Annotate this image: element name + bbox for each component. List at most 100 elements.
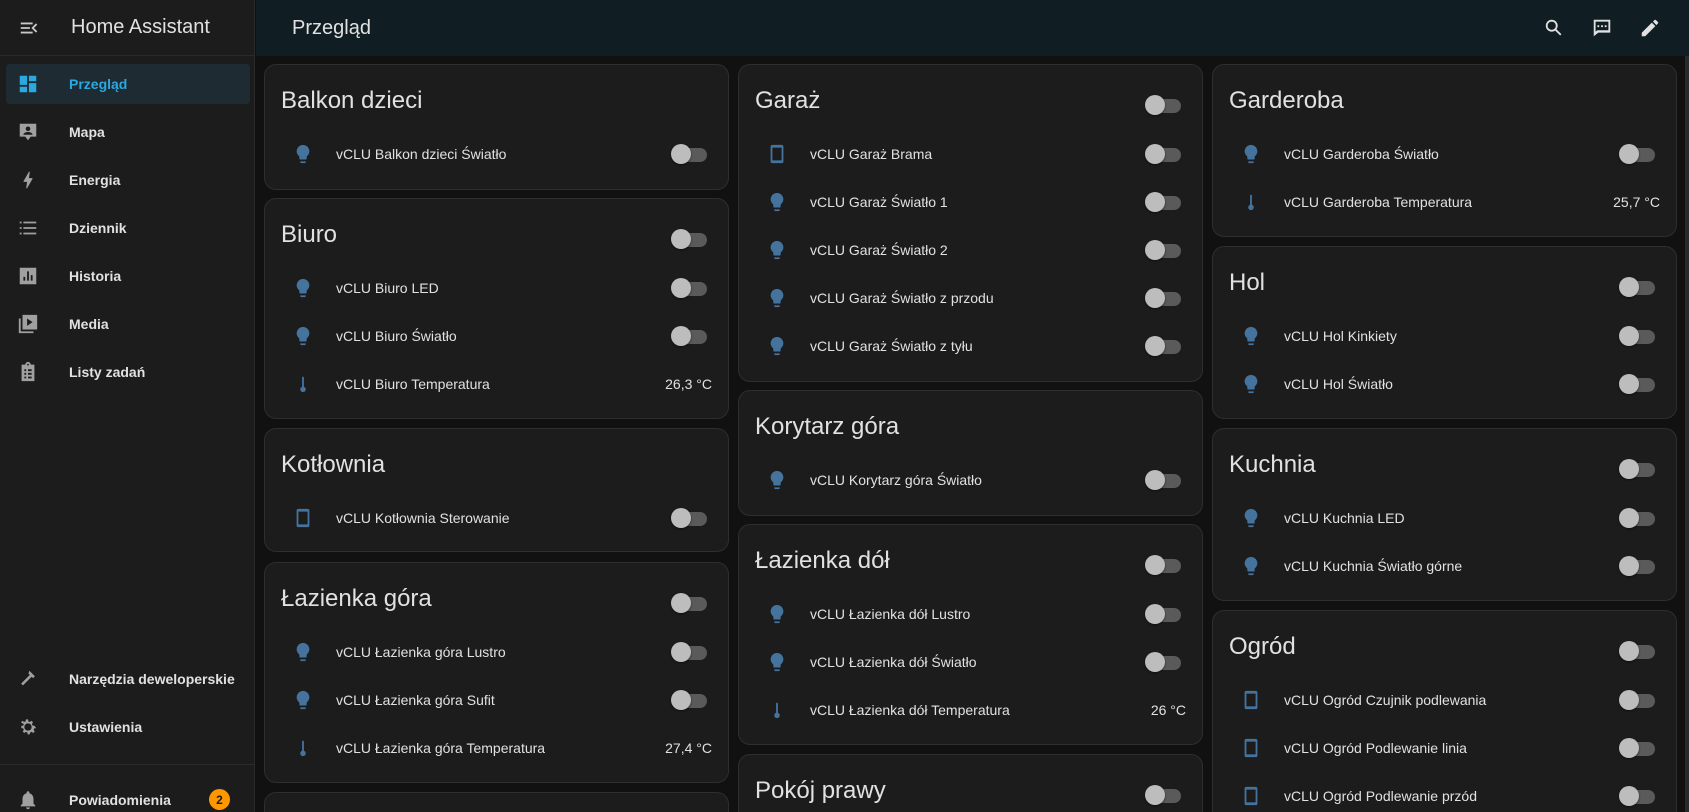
card-header-toggle[interactable] — [1619, 277, 1655, 297]
entity-state: 26 °C — [1150, 702, 1186, 718]
cellphone-icon — [291, 506, 315, 530]
entity-toggle[interactable] — [1619, 374, 1655, 394]
entity-toggle[interactable] — [1145, 336, 1181, 356]
entity-row[interactable]: vCLU Ogród Podlewanie linia — [1213, 728, 1676, 768]
entity-row[interactable]: vCLU Garaż Światło z tyłu — [739, 326, 1202, 366]
sidebar-item-label: Powiadomienia — [69, 792, 171, 808]
entity-row[interactable]: vCLU Kuchnia LED — [1213, 498, 1676, 538]
entity-row[interactable]: vCLU Biuro LED — [265, 268, 728, 308]
entity-row[interactable]: vCLU Hol Kinkiety — [1213, 316, 1676, 356]
entity-row[interactable]: vCLU Garaż Światło z przodu — [739, 278, 1202, 318]
entity-toggle[interactable] — [1619, 690, 1655, 710]
entity-name: vCLU Łazienka góra Lustro — [336, 644, 506, 660]
lightbulb-icon — [765, 286, 789, 310]
entity-row[interactable]: vCLU Garderoba Światło — [1213, 134, 1676, 174]
card-header-toggle[interactable] — [671, 593, 707, 613]
entity-row[interactable]: vCLU Korytarz góra Światło — [739, 460, 1202, 500]
lightbulb-icon — [1239, 142, 1263, 166]
entity-row[interactable]: vCLU Balkon dzieci Światło — [265, 134, 728, 174]
entity-toggle[interactable] — [1619, 326, 1655, 346]
card-ogrod: Ogród vCLU Ogród Czujnik podlewania vCLU… — [1212, 610, 1677, 812]
lightbulb-icon — [1239, 554, 1263, 578]
menu-collapse-button[interactable] — [18, 17, 40, 39]
entity-toggle[interactable] — [1619, 556, 1655, 576]
entity-name: vCLU Ogród Podlewanie przód — [1284, 788, 1477, 804]
entity-toggle[interactable] — [1145, 192, 1181, 212]
scrollbar[interactable] — [1685, 56, 1689, 812]
menu-open-icon — [20, 22, 38, 33]
entity-row[interactable]: vCLU Łazienka dół Temperatura 26 °C — [739, 690, 1202, 730]
sidebar-item-dziennik[interactable]: Dziennik — [6, 208, 250, 248]
thermometer-icon — [1239, 190, 1263, 214]
card-header-toggle[interactable] — [1145, 555, 1181, 575]
entity-row[interactable]: vCLU Łazienka góra Sufit — [265, 680, 728, 720]
search-button[interactable] — [1542, 16, 1566, 40]
entity-toggle[interactable] — [1145, 604, 1181, 624]
sidebar-item-settings[interactable]: Ustawienia — [6, 707, 250, 747]
entity-row[interactable]: vCLU Garaż Światło 1 — [739, 182, 1202, 222]
sidebar-item-listy-zadan[interactable]: Listy zadań — [6, 352, 250, 392]
entity-name: vCLU Kuchnia Światło górne — [1284, 558, 1463, 574]
card-korytarz-gora: Korytarz góra vCLU Korytarz góra Światło — [738, 390, 1203, 516]
assist-button[interactable] — [1590, 16, 1614, 40]
card-header-toggle[interactable] — [1145, 95, 1181, 115]
entity-row[interactable]: vCLU Garaż Światło 2 — [739, 230, 1202, 270]
entity-toggle[interactable] — [671, 278, 707, 298]
sidebar-item-media[interactable]: Media — [6, 304, 250, 344]
sidebar-item-historia[interactable]: Historia — [6, 256, 250, 296]
lightbulb-icon — [765, 190, 789, 214]
card-header-toggle[interactable] — [1145, 785, 1181, 805]
entity-row[interactable]: vCLU Biuro Światło — [265, 316, 728, 356]
entity-toggle[interactable] — [1145, 288, 1181, 308]
edit-dashboard-button[interactable] — [1638, 16, 1662, 40]
sidebar-item-label: Energia — [69, 172, 121, 188]
entity-toggle[interactable] — [1145, 240, 1181, 260]
entity-toggle[interactable] — [1619, 738, 1655, 758]
entity-toggle[interactable] — [671, 508, 707, 528]
cellphone-icon — [1239, 736, 1263, 760]
entity-toggle[interactable] — [1145, 470, 1181, 490]
entity-row[interactable]: vCLU Łazienka góra Temperatura 27,4 °C — [265, 728, 728, 768]
card-header-toggle[interactable] — [1619, 641, 1655, 661]
entity-toggle[interactable] — [1619, 786, 1655, 806]
entity-toggle[interactable] — [1145, 652, 1181, 672]
entity-row[interactable]: vCLU Garaż Brama — [739, 134, 1202, 174]
card-title: Korytarz góra — [755, 413, 900, 440]
card-kotlownia: Kotłownia vCLU Kotłownia Sterowanie — [264, 428, 729, 552]
card-lazienka-dol: Łazienka dół vCLU Łazienka dół Lustro vC… — [738, 524, 1203, 745]
entity-toggle[interactable] — [1619, 144, 1655, 164]
entity-row[interactable]: vCLU Łazienka góra Lustro — [265, 632, 728, 672]
entity-toggle[interactable] — [671, 642, 707, 662]
entity-name: vCLU Garaż Światło 2 — [810, 242, 948, 258]
entity-row[interactable]: vCLU Kuchnia Światło górne — [1213, 546, 1676, 586]
card-garaz: Garaż vCLU Garaż Brama vCLU Garaż Światł… — [738, 64, 1203, 382]
entity-toggle[interactable] — [671, 144, 707, 164]
sidebar-item-przeglad[interactable]: Przegląd — [6, 64, 250, 104]
cellphone-icon — [1239, 784, 1263, 808]
sidebar-title: Home Assistant — [71, 16, 210, 38]
entity-row[interactable]: vCLU Ogród Czujnik podlewania — [1213, 680, 1676, 720]
card-header-toggle[interactable] — [671, 229, 707, 249]
card-header-toggle[interactable] — [1619, 459, 1655, 479]
lightbulb-icon — [291, 688, 315, 712]
sidebar-item-energia[interactable]: Energia — [6, 160, 250, 200]
sidebar-item-notifications[interactable]: Powiadomienia 2 — [6, 780, 250, 812]
sidebar-item-mapa[interactable]: Mapa — [6, 112, 250, 152]
entity-toggle[interactable] — [1619, 508, 1655, 528]
entity-row[interactable]: vCLU Biuro Temperatura 26,3 °C — [265, 364, 728, 404]
entity-row[interactable]: vCLU Ogród Podlewanie przód — [1213, 776, 1676, 812]
sidebar: Home Assistant Przegląd Mapa Energia Dzi… — [0, 0, 255, 812]
entity-toggle[interactable] — [1145, 144, 1181, 164]
entity-toggle[interactable] — [671, 326, 707, 346]
entity-row[interactable]: vCLU Garderoba Temperatura 25,7 °C — [1213, 182, 1676, 222]
entity-row[interactable]: vCLU Kotłownia Sterowanie — [265, 498, 728, 538]
sidebar-item-label: Mapa — [69, 124, 105, 140]
entity-row[interactable]: vCLU Hol Światło — [1213, 364, 1676, 404]
entity-row[interactable]: vCLU Łazienka dół Światło — [739, 642, 1202, 682]
entity-toggle[interactable] — [671, 690, 707, 710]
sidebar-item-developer-tools[interactable]: Narzędzia deweloperskie — [6, 659, 250, 699]
lightbulb-icon — [765, 650, 789, 674]
dashboard-icon — [16, 72, 40, 96]
hammer-icon — [16, 667, 40, 691]
entity-row[interactable]: vCLU Łazienka dół Lustro — [739, 594, 1202, 634]
